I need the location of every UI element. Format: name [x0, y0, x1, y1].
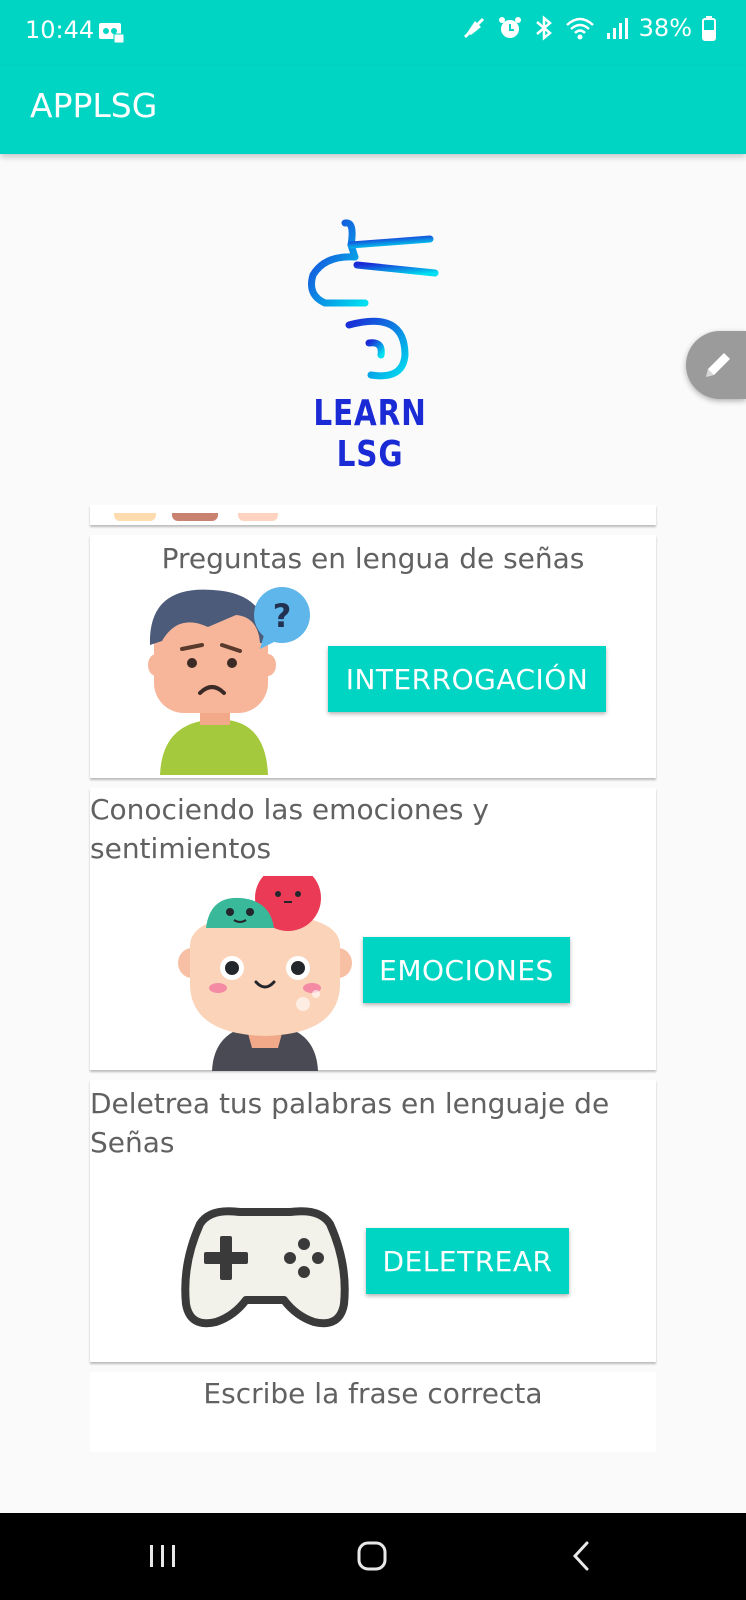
logo: LEARN LSG: [285, 215, 455, 475]
partial-image: [238, 513, 278, 521]
card-title: Preguntas en lengua de señas: [161, 542, 585, 575]
signal-icon: [606, 18, 628, 39]
edit-icon: [706, 353, 730, 377]
status-time: 10:44: [25, 16, 95, 44]
back-icon[interactable]: [562, 1536, 602, 1576]
voicemail-icon: [99, 23, 125, 44]
confused-boy-icon: ?: [148, 587, 310, 775]
recent-apps-icon[interactable]: [143, 1536, 183, 1576]
wifi-icon: [565, 17, 594, 40]
card-preguntas: Preguntas en lengua de señas ? INTERROGA…: [90, 535, 656, 778]
partial-image: [114, 513, 156, 521]
app-bar: APPLSG: [0, 66, 746, 154]
card-title: Deletrea tus palabras en lenguaje de Señ…: [90, 1087, 610, 1159]
card-title: Escribe la frase correcta: [203, 1377, 543, 1410]
bluetooth-icon: [535, 15, 552, 41]
alarm-icon: [498, 17, 521, 38]
card-title: Conociendo las emociones y sentimientos: [90, 793, 489, 865]
hands-sign-icon: [308, 219, 439, 380]
card-frase: Escribe la frase correcta: [90, 1372, 656, 1452]
status-bar: 10:44 38%: [0, 0, 746, 66]
partial-image: [172, 513, 218, 521]
logo-text: LEARN LSG: [313, 393, 427, 475]
battery-percent: 38%: [638, 14, 692, 42]
home-icon[interactable]: [352, 1536, 392, 1576]
gamepad-icon: [181, 1207, 349, 1328]
app-title: APPLSG: [30, 86, 158, 125]
mute-icon: [463, 17, 484, 39]
navigation-bar: [0, 1513, 746, 1600]
deletrear-button[interactable]: DELETREAR: [366, 1228, 569, 1294]
interrogacion-button[interactable]: INTERROGACIÓN: [328, 646, 606, 712]
card-deletrear: Deletrea tus palabras en lenguaje de Señ…: [90, 1080, 656, 1362]
battery-icon: [702, 16, 716, 41]
edit-button[interactable]: [686, 331, 746, 399]
emociones-button[interactable]: EMOCIONES: [363, 937, 570, 1003]
emotions-head-icon: [178, 876, 352, 1071]
svg-text:?: ?: [273, 597, 292, 635]
card-partial: [90, 505, 656, 525]
card-emociones: Conociendo las emociones y sentimientos …: [90, 788, 656, 1071]
